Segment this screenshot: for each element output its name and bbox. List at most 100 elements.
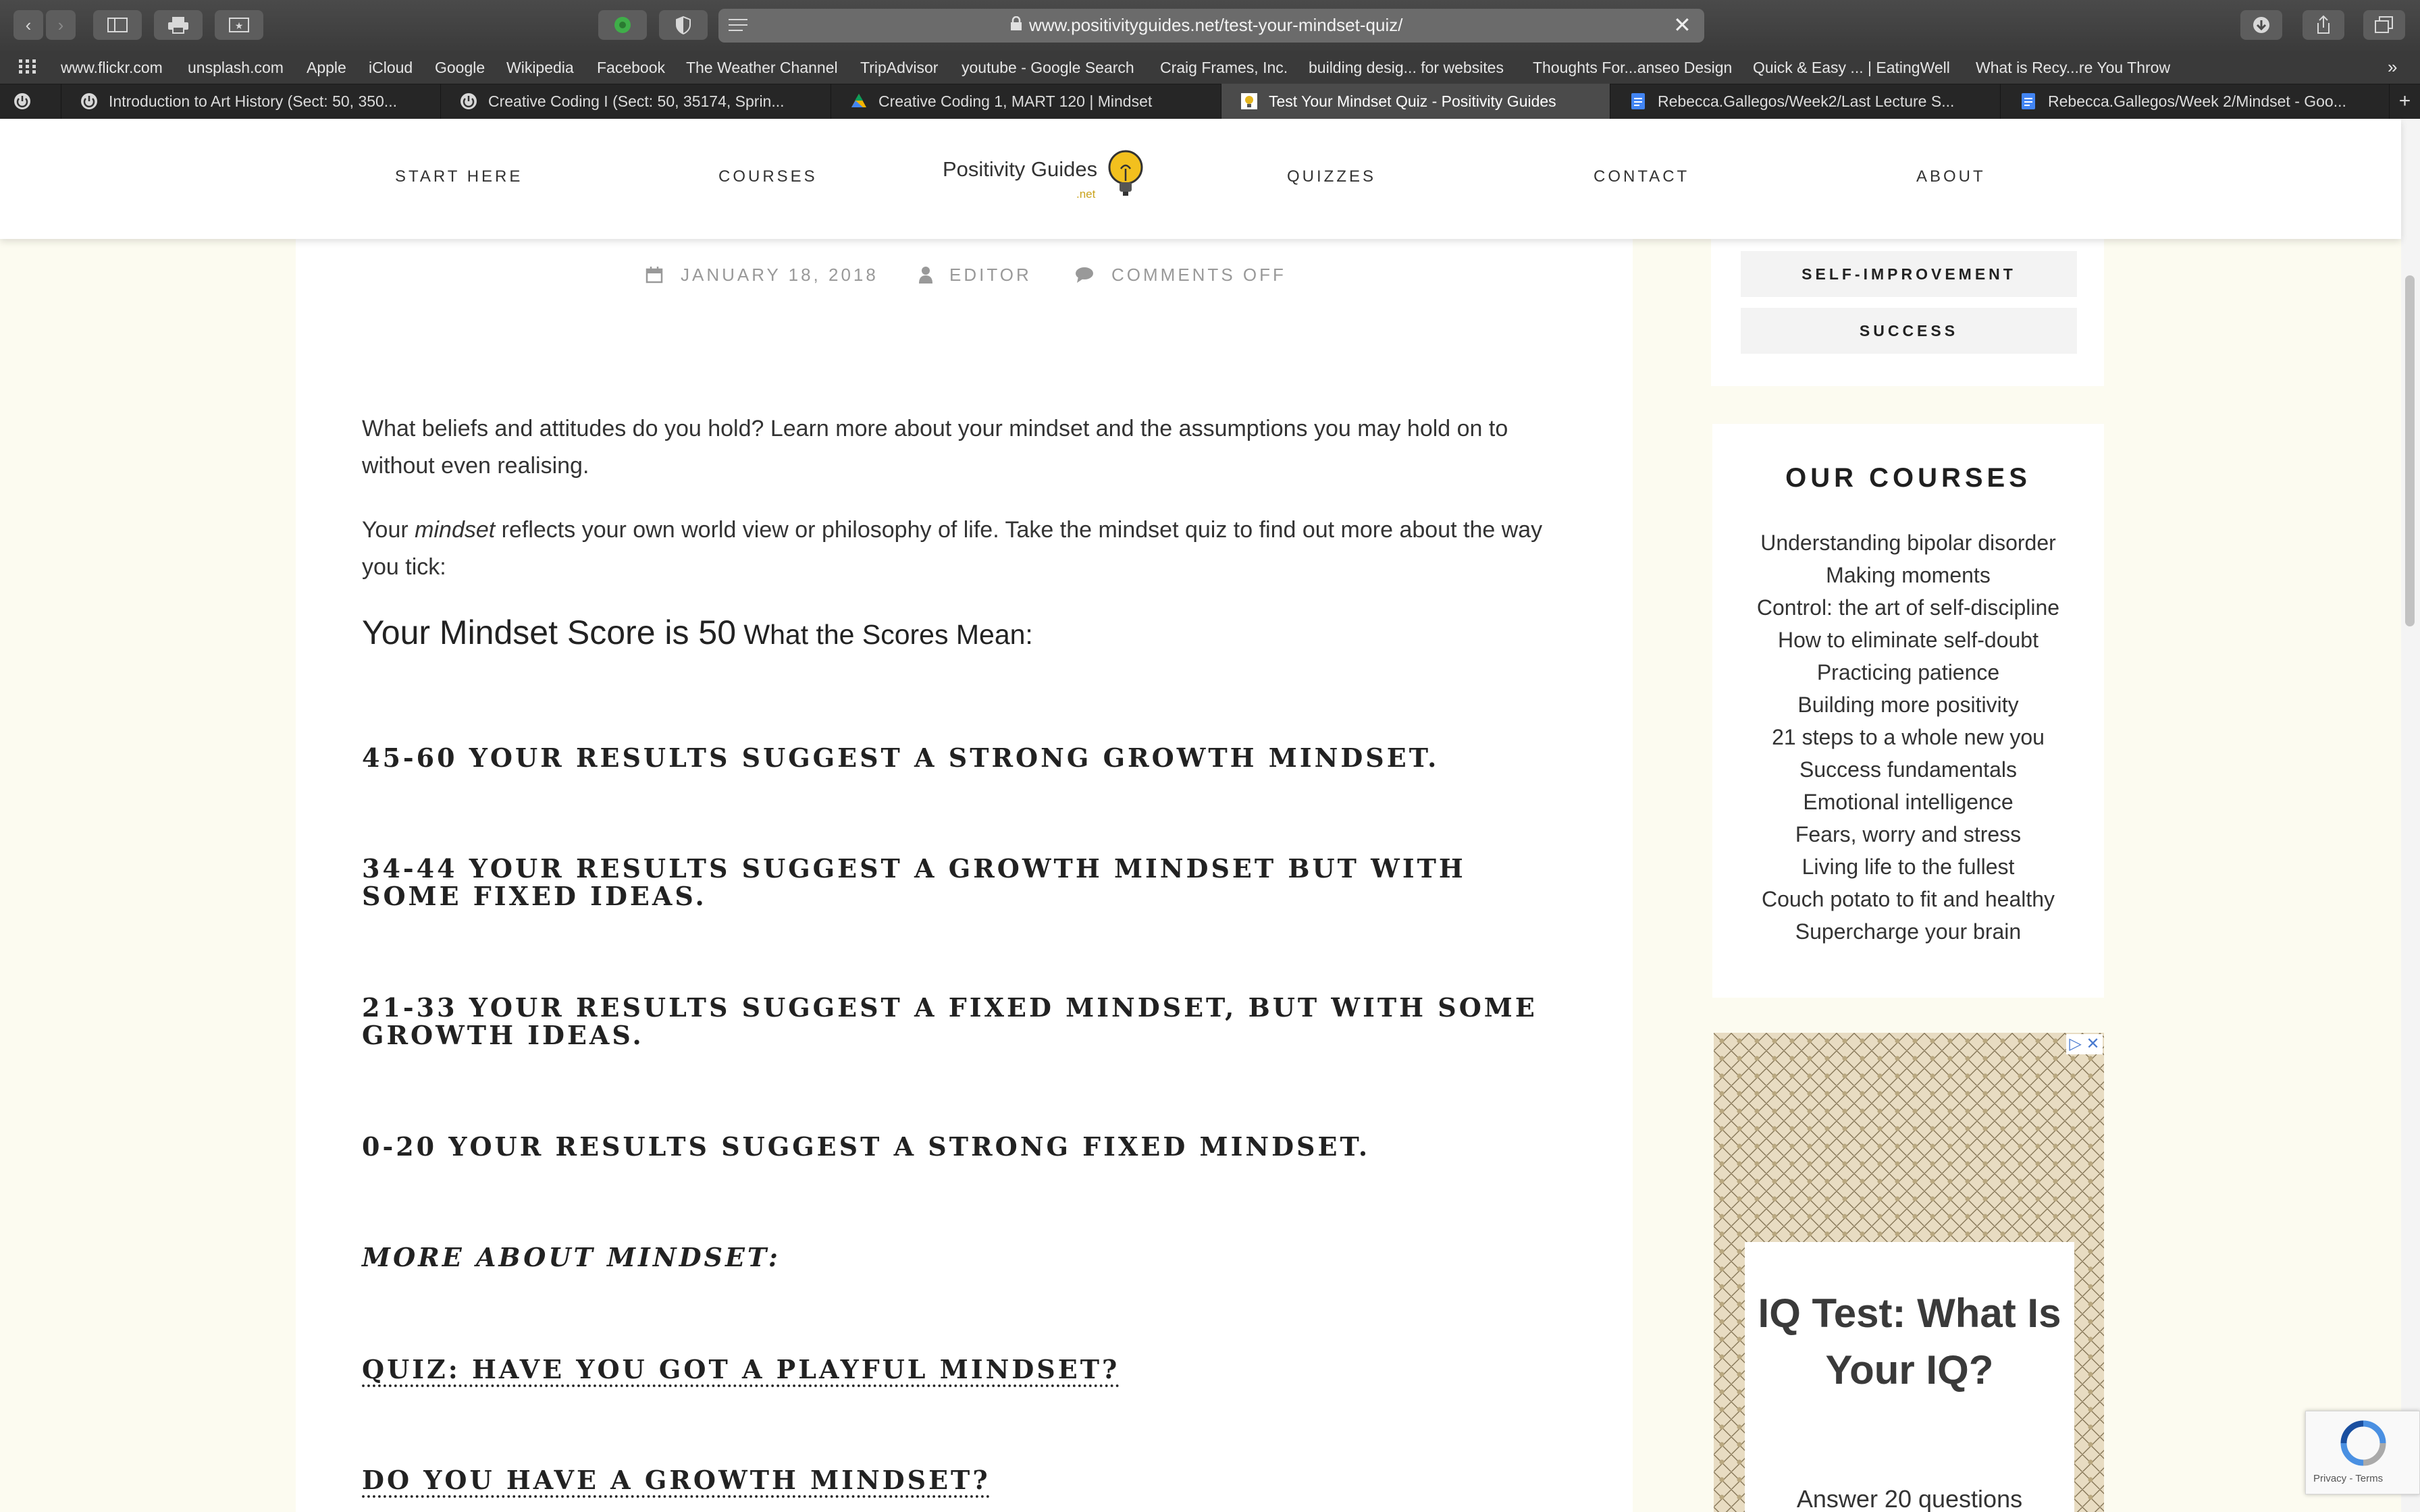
scrollbar-thumb[interactable]: [2405, 275, 2415, 626]
pinned-tab[interactable]: [0, 84, 45, 119]
nav-start-here[interactable]: START HERE: [395, 167, 523, 186]
course-link[interactable]: Fears, worry and stress: [1712, 822, 2104, 847]
tab-label: Rebecca.Gallegos/Week 2/Mindset - Goo...: [2048, 92, 2346, 110]
tag-success[interactable]: SUCCESS: [1741, 308, 2077, 354]
bookmark-youtube-search[interactable]: youtube - Google Search: [962, 59, 1134, 77]
clear-url-icon[interactable]: ✕: [1673, 14, 1691, 36]
printer-icon: [168, 17, 188, 34]
tab-creative-coding-mindset[interactable]: Creative Coding 1, MART 120 | Mindset: [831, 84, 1221, 119]
bookmark-thoughts-for[interactable]: Thoughts For...anseo Design: [1533, 59, 1732, 77]
mindset-paragraph: Your mindset reflects your own world vie…: [362, 512, 1571, 586]
lock-icon: [1011, 16, 1022, 30]
bookmark-button[interactable]: ★: [215, 10, 263, 40]
course-link[interactable]: Control: the art of self-discipline: [1712, 595, 2104, 620]
downloads-button[interactable]: [2240, 10, 2282, 40]
score-band-45-60: 45-60 Your results suggest a strong grow…: [362, 742, 1440, 773]
score-band-0-20: 0-20 Your results suggest a strong fixed…: [362, 1131, 1371, 1162]
bookmark-google[interactable]: Google: [435, 59, 485, 77]
privacy-button[interactable]: [659, 10, 708, 40]
user-icon: [919, 267, 932, 284]
bookmark-wikipedia[interactable]: Wikipedia: [506, 59, 574, 77]
paragraph-text: reflects your own world view or philosop…: [362, 517, 1543, 580]
bookmark-weather-channel[interactable]: The Weather Channel: [686, 59, 838, 77]
course-link[interactable]: Building more positivity: [1712, 693, 2104, 718]
star-icon: ★: [229, 18, 249, 32]
post-author[interactable]: EDITOR: [949, 265, 1032, 286]
docs-icon: [2022, 93, 2035, 109]
course-link[interactable]: Practicing patience: [1712, 660, 2104, 685]
score-band-21-33: 21-33 Your results suggest a fixed minds…: [362, 992, 1537, 1050]
tab-art-history[interactable]: Introduction to Art History (Sect: 50, 3…: [61, 84, 440, 119]
bookmark-apple[interactable]: Apple: [307, 59, 346, 77]
power-icon: [81, 93, 97, 109]
comment-icon: [1076, 267, 1093, 283]
course-link[interactable]: Emotional intelligence: [1712, 790, 2104, 815]
mindset-emphasis: mindset: [415, 517, 496, 543]
docs-icon: [1631, 93, 1645, 109]
recaptcha-links[interactable]: Privacy - Terms: [2313, 1473, 2383, 1484]
ad-subtitle[interactable]: Answer 20 questions: [1745, 1485, 2074, 1512]
sidebar-icon: [107, 18, 128, 32]
tag-self-improvement[interactable]: SELF-IMPROVEMENT: [1741, 251, 2077, 297]
more-bookmarks-icon[interactable]: »: [2388, 57, 2397, 78]
score-band-34-44: 34-44 Your results suggest a growth mind…: [362, 853, 1466, 911]
lightbulb-icon[interactable]: [1105, 148, 1147, 200]
nav-quizzes[interactable]: QUIZZES: [1287, 167, 1376, 186]
course-link[interactable]: Couch potato to fit and healthy: [1712, 887, 2104, 912]
tab-label: Creative Coding 1, MART 120 | Mindset: [878, 92, 1153, 110]
svg-text:★: ★: [235, 20, 244, 31]
bookmark-unsplash[interactable]: unsplash.com: [188, 59, 284, 77]
nav-courses[interactable]: COURSES: [718, 167, 818, 186]
growth-mindset-link[interactable]: Do you have a growth mindset?: [362, 1466, 1550, 1494]
ad-title[interactable]: IQ Test: What Is Your IQ?: [1745, 1285, 2074, 1399]
paragraph-text: Your: [362, 517, 415, 543]
lightbulb-favicon-icon: [1241, 93, 1257, 109]
grid-icon[interactable]: [19, 59, 36, 78]
playful-mindset-link[interactable]: Quiz: Have you got a playful mindset?: [362, 1355, 1550, 1383]
bookmark-craig-frames[interactable]: Craig Frames, Inc.: [1160, 59, 1288, 77]
intro-paragraph: What beliefs and attitudes do you hold? …: [362, 416, 1508, 479]
post-comments: COMMENTS OFF: [1111, 265, 1286, 285]
nav-about[interactable]: ABOUT: [1916, 167, 1986, 186]
url-text[interactable]: www.positivityguides.net/test-your-minds…: [1029, 15, 1402, 36]
print-button[interactable]: [154, 10, 203, 40]
course-link[interactable]: 21 steps to a whole new you: [1712, 725, 2104, 750]
nav-contact[interactable]: CONTACT: [1594, 167, 1689, 186]
courses-heading: OUR COURSES: [1785, 463, 2031, 493]
extension-icon: [614, 17, 631, 33]
course-link[interactable]: Success fundamentals: [1712, 757, 2104, 782]
sidebar-toggle-button[interactable]: [93, 10, 142, 40]
site-logo-suffix: .net: [1076, 188, 1096, 200]
bookmark-what-is-recycled[interactable]: What is Recy...re You Throw: [1976, 59, 2170, 77]
tab-label: Test Your Mindset Quiz - Positivity Guid…: [1269, 92, 1556, 110]
tabs-overview-button[interactable]: [2363, 10, 2405, 40]
post-date: JANUARY 18, 2018: [681, 265, 878, 285]
tab-creative-coding-canvas[interactable]: Creative Coding I (Sect: 50, 35174, Spri…: [440, 84, 831, 119]
bookmark-icloud[interactable]: iCloud: [369, 59, 413, 77]
score-value: 50: [698, 614, 737, 651]
tab-label: Rebecca.Gallegos/Week2/Last Lecture S...: [1658, 92, 1955, 110]
bookmark-building-design[interactable]: building desig... for websites: [1309, 59, 1504, 77]
site-logo-text[interactable]: Positivity Guides: [943, 157, 1097, 182]
share-button[interactable]: [2303, 10, 2344, 40]
forward-button[interactable]: ›: [46, 10, 76, 40]
course-link[interactable]: Understanding bipolar disorder: [1712, 531, 2104, 556]
tab-mindset-quiz[interactable]: Test Your Mindset Quiz - Positivity Guid…: [1221, 84, 1610, 119]
bookmark-flickr[interactable]: www.flickr.com: [61, 59, 163, 77]
tab-last-lecture-doc[interactable]: Rebecca.Gallegos/Week2/Last Lecture S...: [1610, 84, 2000, 119]
extension-button[interactable]: [598, 10, 647, 40]
reader-icon[interactable]: [728, 18, 748, 36]
new-tab-button[interactable]: +: [2389, 84, 2420, 119]
course-link[interactable]: Making moments: [1712, 563, 2104, 588]
back-button[interactable]: ‹: [14, 10, 43, 40]
course-link[interactable]: How to eliminate self-doubt: [1712, 628, 2104, 653]
bookmark-eatingwell[interactable]: Quick & Easy ... | EatingWell: [1753, 59, 1950, 77]
bookmark-facebook[interactable]: Facebook: [597, 59, 665, 77]
bookmark-tripadvisor[interactable]: TripAdvisor: [860, 59, 938, 77]
course-link[interactable]: Living life to the fullest: [1712, 855, 2104, 880]
power-icon: [14, 93, 30, 109]
site-header: [0, 119, 2401, 239]
course-link[interactable]: Supercharge your brain: [1712, 919, 2104, 944]
tab-mindset-doc[interactable]: Rebecca.Gallegos/Week 2/Mindset - Goo...: [2000, 84, 2389, 119]
ad-close-button[interactable]: ▷ ✕: [2066, 1034, 2103, 1054]
